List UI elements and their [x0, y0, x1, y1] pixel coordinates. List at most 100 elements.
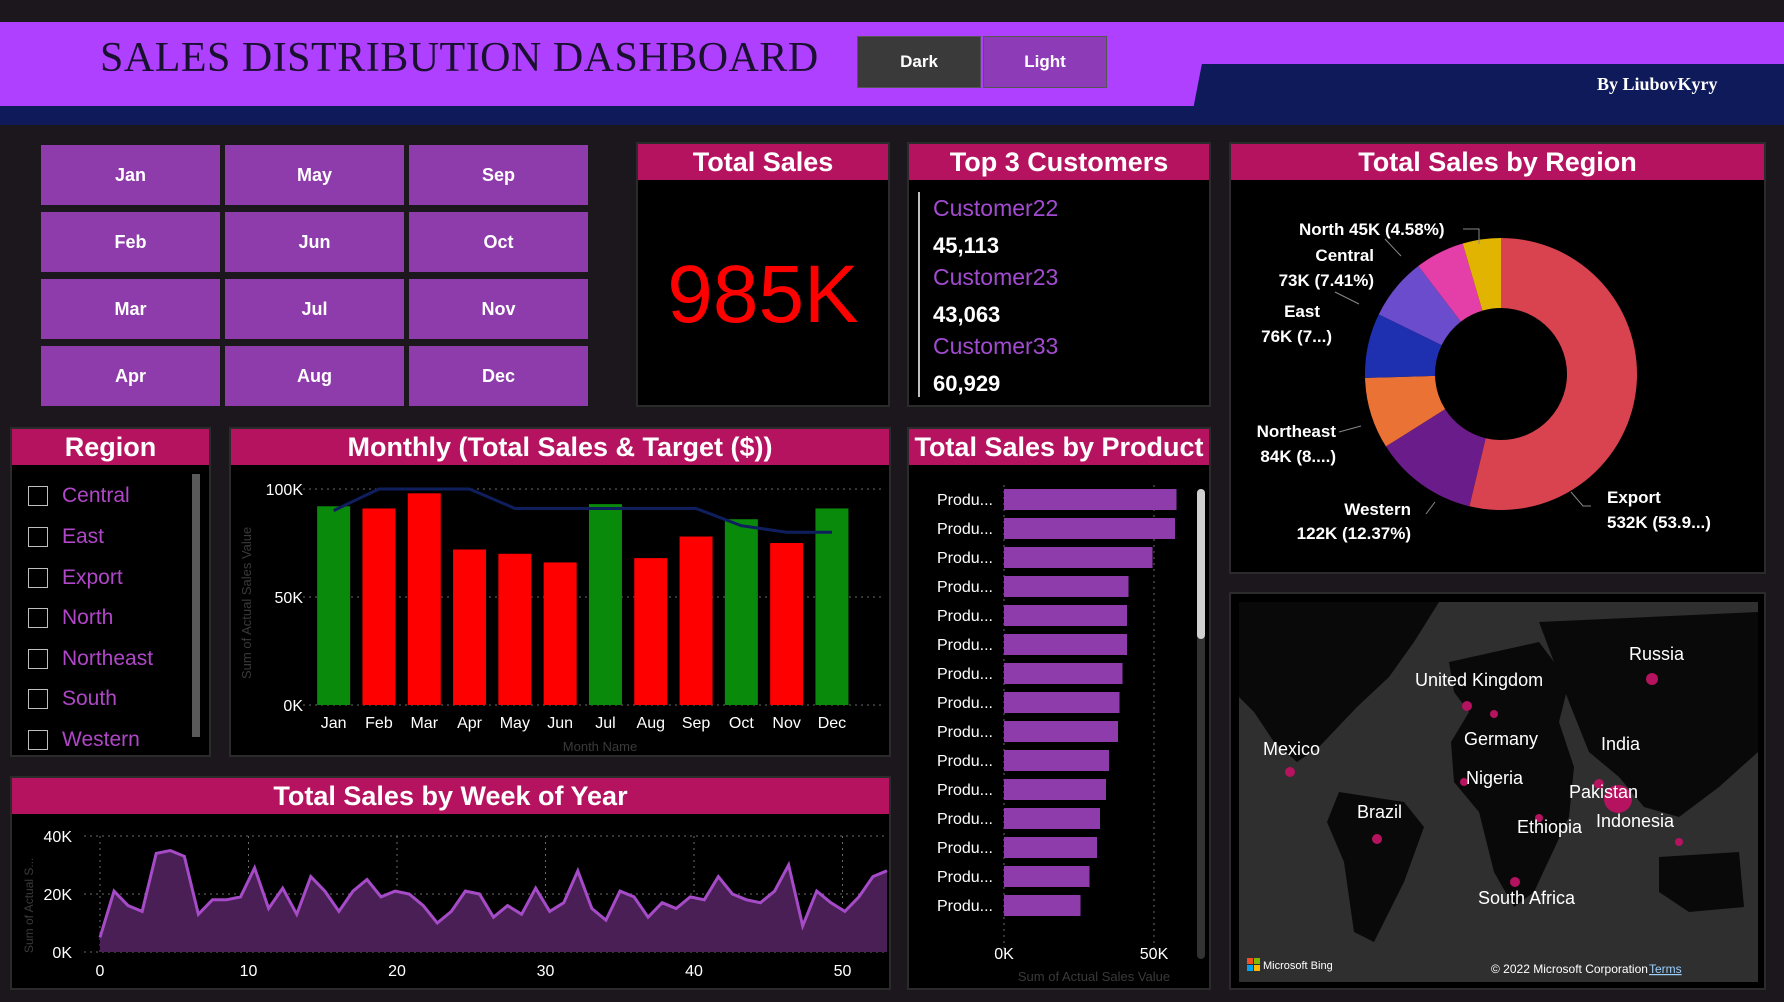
- month-button-aug[interactable]: Aug: [225, 346, 404, 406]
- customer-value-1: 45,113: [933, 233, 1000, 258]
- checkbox-icon[interactable]: [28, 689, 48, 709]
- product-bar[interactable]: [1004, 808, 1100, 829]
- checkbox-icon[interactable]: [28, 527, 48, 547]
- product-bar[interactable]: [1004, 750, 1109, 771]
- map-label-indonesia: Indonesia: [1596, 811, 1675, 831]
- product-bar[interactable]: [1004, 576, 1129, 597]
- customer-name-3: Customer33: [933, 333, 1059, 359]
- checkbox-icon[interactable]: [28, 568, 48, 588]
- product-bar[interactable]: [1004, 721, 1118, 742]
- map-point-indonesia[interactable]: [1675, 838, 1683, 846]
- map-point-russia[interactable]: [1646, 673, 1658, 685]
- world-map[interactable]: Russia United Kingdom Mexico Germany Ind…: [1239, 602, 1758, 982]
- product-label: Produ...: [937, 898, 993, 915]
- month-button-sep[interactable]: Sep: [409, 145, 588, 205]
- bar-jan[interactable]: [317, 506, 351, 705]
- bar-oct[interactable]: [724, 519, 758, 705]
- donut-label-export-value: 532K (53.9...): [1607, 513, 1711, 532]
- month-button-jun[interactable]: Jun: [225, 212, 404, 272]
- month-button-may[interactable]: May: [225, 145, 404, 205]
- donut-label-east-name: East: [1284, 302, 1320, 321]
- dark-theme-button[interactable]: Dark: [857, 36, 981, 88]
- product-bar[interactable]: [1004, 779, 1106, 800]
- bar-mar[interactable]: [407, 493, 441, 705]
- checkbox-icon[interactable]: [28, 649, 48, 669]
- month-slicer: Jan Feb Mar Apr May Jun Jul Aug Sep Oct …: [41, 145, 590, 407]
- light-theme-button[interactable]: Light: [983, 36, 1107, 88]
- region-option-export[interactable]: Export: [28, 563, 123, 593]
- bar-dec[interactable]: [815, 508, 849, 705]
- x-tick-50k: 50K: [1140, 946, 1169, 963]
- region-scrollbar[interactable]: [192, 474, 200, 737]
- bar-feb[interactable]: [362, 508, 396, 705]
- month-button-oct[interactable]: Oct: [409, 212, 588, 272]
- donut-label-western-value: 122K (12.37%): [1297, 524, 1411, 543]
- product-bar[interactable]: [1004, 663, 1123, 684]
- product-bar[interactable]: [1004, 634, 1127, 655]
- x-tick-aug: Aug: [637, 715, 665, 732]
- month-button-mar[interactable]: Mar: [41, 279, 220, 339]
- month-button-feb[interactable]: Feb: [41, 212, 220, 272]
- product-bar[interactable]: [1004, 895, 1081, 916]
- map-point-uk[interactable]: [1462, 701, 1472, 711]
- bar-may[interactable]: [498, 553, 532, 705]
- map-point-mexico[interactable]: [1285, 767, 1295, 777]
- month-button-apr[interactable]: Apr: [41, 346, 220, 406]
- region-option-label: Central: [62, 484, 130, 507]
- region-option-north[interactable]: North: [28, 603, 113, 633]
- product-label: Produ...: [937, 753, 993, 770]
- x-axis-title: Sum of Actual Sales Value: [1018, 969, 1170, 984]
- author-byline: By LiubovKyry: [1597, 74, 1718, 94]
- checkbox-icon[interactable]: [28, 486, 48, 506]
- bar-sep[interactable]: [679, 536, 713, 705]
- region-option-northeast[interactable]: Northeast: [28, 644, 153, 674]
- product-bar[interactable]: [1004, 866, 1090, 887]
- map-terms-link[interactable]: Terms: [1649, 962, 1682, 976]
- month-button-dec[interactable]: Dec: [409, 346, 588, 406]
- map-point-germany[interactable]: [1490, 710, 1498, 718]
- bar-jul[interactable]: [588, 504, 622, 705]
- map-label-ethiopia: Ethiopia: [1517, 817, 1583, 837]
- region-option-south[interactable]: South: [28, 684, 117, 714]
- donut-label-northeast-name: Northeast: [1257, 422, 1337, 441]
- product-label: Produ...: [937, 695, 993, 712]
- product-label: Produ...: [937, 869, 993, 886]
- y-tick-50k: 50K: [275, 590, 304, 607]
- y-axis-title: Sum of Actual S...: [22, 858, 36, 953]
- month-button-jan[interactable]: Jan: [41, 145, 220, 205]
- checkbox-icon[interactable]: [28, 608, 48, 628]
- region-option-label: Export: [62, 566, 123, 589]
- bar-nov[interactable]: [770, 543, 804, 705]
- bar-apr[interactable]: [453, 549, 487, 705]
- region-option-central[interactable]: Central: [28, 481, 130, 511]
- checkbox-icon[interactable]: [28, 730, 48, 750]
- product-bar[interactable]: [1004, 547, 1153, 568]
- product-bar[interactable]: [1004, 518, 1175, 539]
- total-sales-value: 985K: [667, 249, 859, 340]
- map-point-south-africa[interactable]: [1510, 877, 1520, 887]
- x-tick-jan: Jan: [321, 715, 347, 732]
- map-label-pakistan: Pakistan: [1569, 782, 1638, 802]
- product-label: Produ...: [937, 579, 993, 596]
- region-option-east[interactable]: East: [28, 522, 104, 552]
- product-bar[interactable]: [1004, 605, 1127, 626]
- map-point-brazil[interactable]: [1372, 834, 1382, 844]
- product-bar[interactable]: [1004, 489, 1177, 510]
- month-button-nov[interactable]: Nov: [409, 279, 588, 339]
- region-option-western[interactable]: Western: [28, 725, 140, 755]
- region-slicer-card: Region Central East Export North Northea…: [10, 427, 211, 757]
- month-button-jul[interactable]: Jul: [225, 279, 404, 339]
- top-customers-card: Top 3 Customers Customer22 45,113 Custom…: [907, 142, 1211, 407]
- product-bar[interactable]: [1004, 692, 1120, 713]
- map-label-south-africa: South Africa: [1478, 888, 1576, 908]
- x-tick-40: 40: [685, 963, 703, 980]
- product-scrollbar-thumb[interactable]: [1197, 489, 1205, 639]
- week-chart: 40K 20K 0K Sum of Actual S... 0 10 20 30 40 5…: [22, 829, 888, 980]
- bar-jun[interactable]: [543, 562, 577, 705]
- product-bar[interactable]: [1004, 837, 1097, 858]
- region-option-label: North: [62, 606, 114, 629]
- x-tick-dec: Dec: [818, 715, 846, 732]
- monthly-chart: 100K 50K 0K Sum of Actual Sales Value Mo…: [239, 482, 881, 754]
- bar-aug[interactable]: [634, 558, 668, 705]
- donut-label-northeast-value: 84K (8....): [1260, 447, 1336, 466]
